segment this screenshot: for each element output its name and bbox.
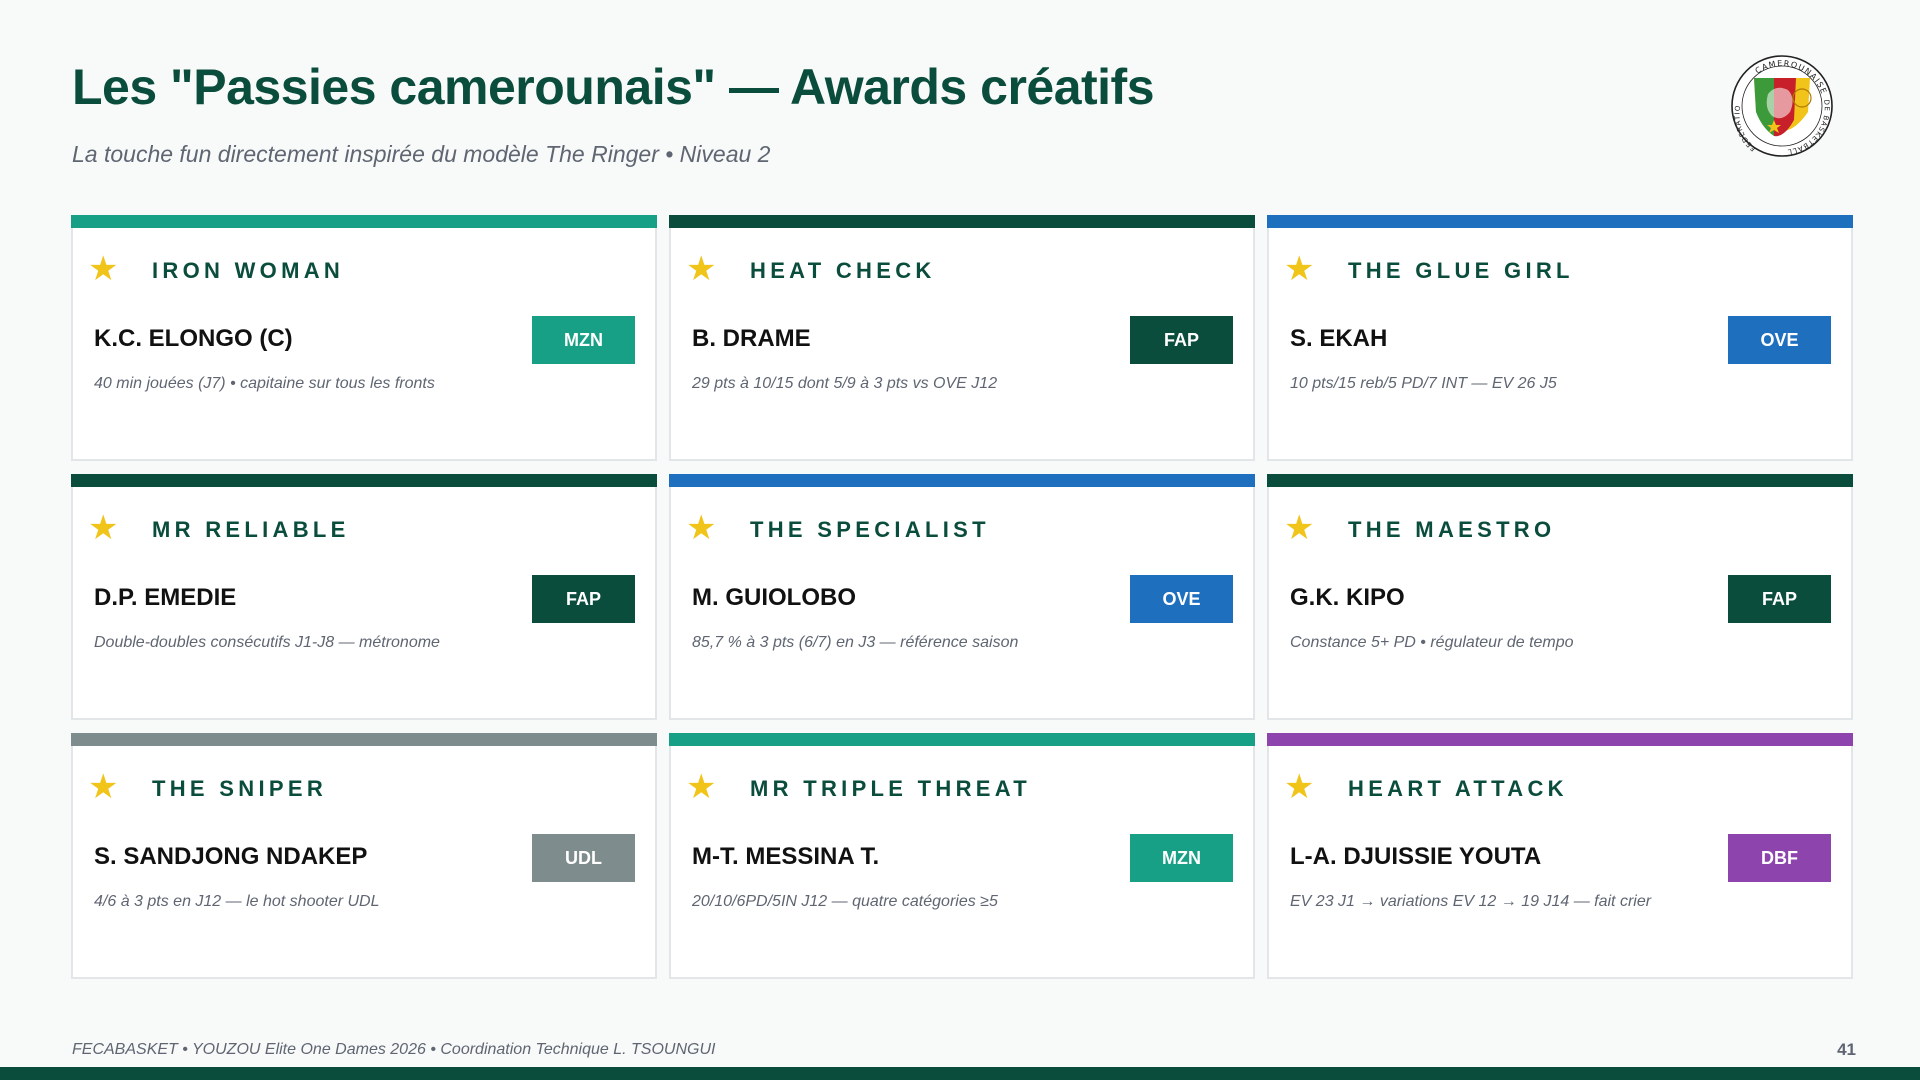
card-accent-bar: [669, 733, 1255, 746]
star-icon: ★: [686, 767, 717, 807]
page-number: 41: [1837, 1040, 1856, 1059]
team-badge: UDL: [532, 834, 635, 882]
card-accent-bar: [1267, 733, 1853, 746]
award-title: MR RELIABLE: [152, 517, 350, 542]
award-title: THE SNIPER: [152, 776, 328, 801]
award-card: ★ MR RELIABLE D.P. EMEDIE FAP Double-doubles…: [71, 474, 657, 720]
team-badge: OVE: [1130, 575, 1233, 623]
player-name: D.P. EMEDIE: [94, 584, 237, 611]
award-card: ★ THE SNIPER S. SANDJONG NDAKEP UDL 4/6 à 3 …: [71, 733, 657, 979]
card-accent-bar: [1267, 474, 1853, 487]
award-title: MR TRIPLE THREAT: [750, 776, 1032, 801]
award-title: HEAT CHECK: [750, 258, 936, 283]
star-icon: ★: [88, 508, 119, 548]
awards-grid: ★ IRON WOMAN K.C. ELONGO (C) MZN 40 min joué…: [71, 215, 1853, 980]
card-accent-bar: [71, 215, 657, 228]
player-name: S. SANDJONG NDAKEP: [94, 843, 368, 870]
player-name: B. DRAME: [692, 325, 811, 352]
team-badge: DBF: [1728, 834, 1831, 882]
team-badge: FAP: [1130, 316, 1233, 364]
bottom-band: [0, 1067, 1920, 1080]
award-card: ★ THE SPECIALIST M. GUIOLOBO OVE 85,7 % à 3 …: [669, 474, 1255, 720]
star-icon: ★: [686, 249, 717, 289]
player-name: L-A. DJUISSIE YOUTA: [1290, 843, 1542, 870]
award-stat-line: 10 pts/15 reb/5 PD/7 INT — EV 26 J5: [1290, 375, 1557, 392]
team-badge: FAP: [1728, 575, 1831, 623]
card-accent-bar: [71, 733, 657, 746]
award-card: ★ IRON WOMAN K.C. ELONGO (C) MZN 40 min joué…: [71, 215, 657, 461]
award-stat-line: EV 23 J1 → variations EV 12 → 19 J14 — f…: [1290, 893, 1652, 910]
award-card: ★ HEART ATTACK L-A. DJUISSIE YOUTA DBF EV 23…: [1267, 733, 1853, 979]
award-stat-line: 20/10/6PD/5IN J12 — quatre catégories ≥5: [692, 893, 998, 910]
card-accent-bar: [71, 474, 657, 487]
player-name: S. EKAH: [1290, 325, 1388, 352]
award-card: ★ THE GLUE GIRL S. EKAH OVE 10 pts/15 reb/5 …: [1267, 215, 1853, 461]
fecabasket-logo: CAMEROUNAISE FEDERATION DE BASKETBALL: [1713, 44, 1848, 162]
award-title: IRON WOMAN: [152, 258, 345, 283]
page-subtitle: La touche fun directement inspirée du mo…: [72, 141, 771, 167]
star-icon: ★: [88, 767, 119, 807]
team-badge: MZN: [1130, 834, 1233, 882]
team-badge: OVE: [1728, 316, 1831, 364]
award-stat-line: Constance 5+ PD • régulateur de tempo: [1290, 634, 1574, 651]
player-name: K.C. ELONGO (C): [94, 325, 293, 352]
team-badge: MZN: [532, 316, 635, 364]
star-icon: ★: [1284, 508, 1315, 548]
star-icon: ★: [1284, 767, 1315, 807]
footer-text: FECABASKET • YOUZOU Elite One Dames 2026…: [72, 1041, 716, 1058]
card-accent-bar: [1267, 215, 1853, 228]
award-stat-line: 4/6 à 3 pts en J12 — le hot shooter UDL: [94, 893, 380, 910]
star-icon: ★: [88, 249, 119, 289]
award-title: THE GLUE GIRL: [1348, 258, 1574, 283]
award-title: HEART ATTACK: [1348, 776, 1568, 801]
award-stat-line: 85,7 % à 3 pts (6/7) en J3 — référence s…: [692, 634, 1019, 651]
award-title: THE MAESTRO: [1348, 517, 1556, 542]
player-name: M-T. MESSINA T.: [692, 843, 880, 870]
award-stat-line: 29 pts à 10/15 dont 5/9 à 3 pts vs OVE J…: [692, 375, 998, 392]
player-name: G.K. KIPO: [1290, 584, 1405, 611]
award-card: ★ MR TRIPLE THREAT M-T. MESSINA T. MZN 20/10…: [669, 733, 1255, 979]
card-accent-bar: [669, 474, 1255, 487]
page-title: Les "Passies camerounais" — Awards créat…: [72, 59, 1155, 115]
star-icon: ★: [1284, 249, 1315, 289]
award-stat-line: 40 min jouées (J7) • capitaine sur tous …: [94, 375, 435, 392]
star-icon: ★: [686, 508, 717, 548]
award-stat-line: Double-doubles consécutifs J1-J8 — métro…: [94, 634, 440, 651]
award-card: ★ THE MAESTRO G.K. KIPO FAP Constance 5+ PD …: [1267, 474, 1853, 720]
card-accent-bar: [669, 215, 1255, 228]
award-title: THE SPECIALIST: [750, 517, 990, 542]
award-card: ★ HEAT CHECK B. DRAME FAP 29 pts à 10/15 don…: [669, 215, 1255, 461]
team-badge: FAP: [532, 575, 635, 623]
player-name: M. GUIOLOBO: [692, 584, 856, 611]
